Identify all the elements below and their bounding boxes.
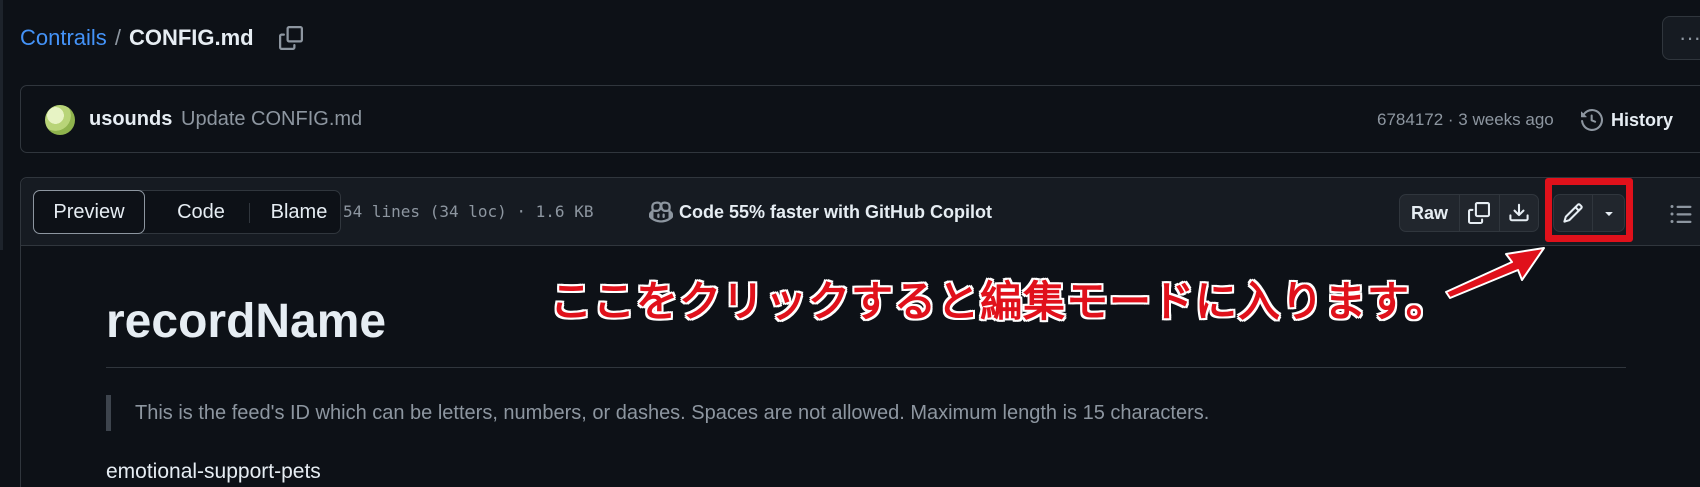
list-unordered-icon xyxy=(1670,205,1692,223)
annotation-arrow xyxy=(1445,247,1545,299)
download-button[interactable] xyxy=(1500,195,1538,231)
breadcrumb-repo-link[interactable]: Contrails xyxy=(20,25,107,51)
left-rail xyxy=(0,0,3,250)
tab-preview[interactable]: Preview xyxy=(33,190,145,234)
kebab-horizontal-icon: ··· xyxy=(1679,25,1700,50)
annotation-text: ここをクリックすると編集モードに入ります。 xyxy=(550,278,1449,325)
history-button[interactable]: History xyxy=(1581,104,1673,136)
tab-code[interactable]: Code xyxy=(146,191,256,233)
copilot-promo-link[interactable]: Code 55% faster with GitHub Copilot xyxy=(649,200,992,224)
history-icon xyxy=(1581,109,1603,131)
commit-author[interactable]: usounds xyxy=(89,108,172,131)
breadcrumb-separator: / xyxy=(114,25,121,50)
more-options-button[interactable]: ··· xyxy=(1662,16,1700,60)
page: Contrails / CONFIG.md ··· usounds Update… xyxy=(0,0,1700,487)
markdown-heading: recordName xyxy=(106,295,387,348)
copy-raw-button[interactable] xyxy=(1460,195,1500,231)
copilot-icon xyxy=(649,201,673,223)
commit-meta[interactable]: 6784172 · 3 weeks ago xyxy=(1377,110,1554,130)
heading-divider xyxy=(106,367,1626,368)
copilot-promo-text: Code 55% faster with GitHub Copilot xyxy=(679,201,993,222)
raw-actions-group: Raw xyxy=(1399,194,1539,232)
copy-icon xyxy=(278,26,303,50)
outline-button[interactable] xyxy=(1661,198,1700,230)
edit-button-highlight-box xyxy=(1545,178,1633,242)
breadcrumb: Contrails / CONFIG.md xyxy=(20,20,308,56)
file-toolbar: Preview Code Blame 54 lines (34 loc) · 1… xyxy=(21,178,1700,246)
commit-message[interactable]: Update CONFIG.md xyxy=(181,108,362,131)
download-icon xyxy=(1509,203,1529,222)
markdown-paragraph: emotional-support-pets xyxy=(106,460,321,483)
copy-path-button[interactable] xyxy=(274,21,308,55)
copy-icon xyxy=(1468,202,1491,224)
raw-button[interactable]: Raw xyxy=(1400,195,1461,231)
tab-blame[interactable]: Blame xyxy=(256,191,342,233)
view-mode-segmented-control: Preview Code Blame xyxy=(33,190,341,234)
latest-commit-bar: usounds Update CONFIG.md 6784172 · 3 wee… xyxy=(20,85,1700,153)
breadcrumb-file-name: CONFIG.md xyxy=(128,25,254,50)
segment-divider xyxy=(249,203,250,223)
blockquote: This is the feed's ID which can be lette… xyxy=(106,395,1209,431)
avatar[interactable] xyxy=(45,105,75,135)
history-label: History xyxy=(1611,109,1674,130)
file-size-info: 54 lines (34 loc) · 1.6 KB xyxy=(343,202,594,221)
